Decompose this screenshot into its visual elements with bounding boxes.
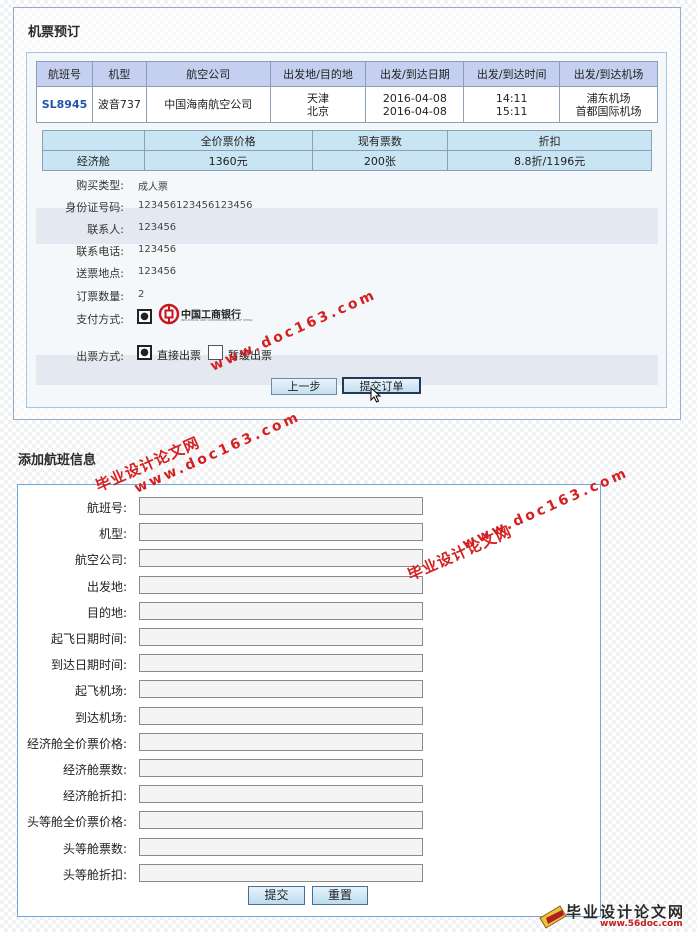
delivery-value: 123456 (138, 266, 177, 277)
reset-button[interactable]: 重置 (312, 886, 368, 905)
field-input[interactable] (139, 654, 423, 672)
field-label: 机型: (98, 527, 127, 541)
col-header: 出发/到达时间 (463, 61, 561, 87)
flight-table: 航班号 机型 航空公司 出发地/目的地 出发/到达日期 出发/到达时间 出发/到… (36, 61, 658, 123)
quantity-label: 订票数量: (76, 290, 124, 303)
payment-icbc-radio[interactable]: ● (137, 309, 152, 324)
add-flight-title: 添加航班信息 (18, 453, 97, 468)
aircraft-model: 波音737 (91, 86, 147, 123)
arrive-airport: 首都国际机场 (575, 104, 642, 118)
arrive-date: 2016-04-08 (382, 104, 447, 118)
field-input[interactable] (139, 759, 423, 777)
flight-number[interactable]: SL8945 (36, 86, 93, 123)
field-label: 经济舱全价票价格: (26, 737, 127, 751)
icbc-emblem-icon (158, 303, 180, 325)
dates: 2016-04-08 2016-04-08 (365, 86, 465, 123)
col-header: 全价票价格 (143, 130, 313, 151)
airports: 浦东机场 首都国际机场 (559, 86, 658, 123)
depart-airport: 浦东机场 (586, 91, 631, 105)
footer-site-url: www.56doc.com (600, 919, 683, 929)
field-input[interactable] (139, 733, 423, 751)
col-header: 航班号 (36, 61, 93, 87)
price-table: 全价票价格 现有票数 折扣 经济舱 1360元 200张 8.8折/1196元 (42, 130, 652, 171)
issue-direct-radio[interactable]: ● (137, 345, 152, 360)
field-input[interactable] (139, 680, 423, 698)
payment-label: 支付方式: (76, 313, 124, 326)
id-number-label: 身份证号码: (65, 201, 124, 214)
field-input[interactable] (139, 602, 423, 620)
origin-destination: 天津 北京 (269, 86, 367, 123)
field-input[interactable] (139, 811, 423, 829)
depart-date: 2016-04-08 (382, 91, 447, 105)
full-price: 1360元 (143, 150, 313, 171)
field-label: 到达日期时间: (50, 658, 127, 672)
depart-time: 14:11 (495, 91, 528, 105)
field-label: 起飞机场: (74, 684, 127, 698)
col-header: 折扣 (447, 130, 652, 151)
table-row: 经济舱 1360元 200张 8.8折/1196元 (42, 150, 652, 171)
cabin-class: 经济舱 (42, 150, 145, 171)
phone-value: 123456 (138, 244, 177, 255)
field-input[interactable] (139, 864, 423, 882)
quantity-value: 2 (138, 289, 145, 300)
purchase-type-label: 购买类型: (76, 179, 124, 192)
prev-step-button[interactable]: 上一步 (271, 378, 337, 395)
tickets-available: 200张 (311, 150, 449, 171)
bank-subtitle: INDUSTRIAL AND COMMERCIAL BANK OF CHINA (181, 318, 253, 322)
times: 14:11 15:11 (463, 86, 561, 123)
destination: 北京 (307, 104, 330, 118)
field-label: 到达机场: (74, 711, 127, 725)
issue-method-label: 出票方式: (76, 350, 124, 363)
field-label: 起飞日期时间: (50, 632, 127, 646)
col-header: 机型 (91, 61, 147, 87)
discount: 8.8折/1196元 (447, 150, 652, 171)
field-input[interactable] (139, 576, 423, 594)
delivery-label: 送票地点: (76, 267, 124, 280)
field-label: 航班号: (86, 501, 127, 515)
field-input[interactable] (139, 707, 423, 725)
contact-value: 123456 (138, 222, 177, 233)
price-table-header: 全价票价格 现有票数 折扣 (42, 130, 652, 151)
col-header: 现有票数 (311, 130, 449, 151)
field-input[interactable] (139, 523, 423, 541)
field-label: 出发地: (86, 580, 127, 594)
field-input[interactable] (139, 785, 423, 803)
icbc-logo: 中国工商银行 INDUSTRIAL AND COMMERCIAL BANK OF… (158, 303, 253, 325)
field-label: 头等舱票数: (62, 842, 127, 856)
field-label: 经济舱票数: (62, 763, 127, 777)
id-number-value: 123456123456123456 (138, 200, 253, 211)
field-label: 头等舱折扣: (62, 868, 127, 882)
col-header: 出发/到达机场 (559, 61, 658, 87)
purchase-type-value: 成人票 (138, 182, 168, 193)
mouse-cursor-icon (370, 387, 382, 403)
origin: 天津 (307, 91, 330, 105)
booking-title: 机票预订 (28, 25, 81, 40)
field-label: 头等舱全价票价格: (26, 815, 127, 829)
field-label: 经济舱折扣: (62, 789, 127, 803)
field-input[interactable] (139, 838, 423, 856)
field-input[interactable] (139, 549, 423, 567)
airline: 中国海南航空公司 (145, 86, 271, 123)
flight-table-header: 航班号 机型 航空公司 出发地/目的地 出发/到达日期 出发/到达时间 出发/到… (36, 61, 658, 87)
field-label: 航空公司: (74, 553, 127, 567)
issue-direct-label: 直接出票 (157, 349, 201, 362)
phone-label: 联系电话: (76, 245, 124, 258)
col-header: 航空公司 (145, 61, 271, 87)
arrive-time: 15:11 (495, 104, 528, 118)
table-row: SL8945 波音737 中国海南航空公司 天津 北京 2016-04-08 2… (36, 86, 658, 123)
contact-label: 联系人: (87, 223, 124, 236)
col-header: 出发地/目的地 (269, 61, 367, 87)
field-input[interactable] (139, 628, 423, 646)
submit-button[interactable]: 提交 (248, 886, 305, 905)
col-header: 出发/到达日期 (365, 61, 465, 87)
field-label: 目的地: (86, 606, 127, 620)
col-header (42, 130, 145, 151)
background-artifact (36, 208, 658, 244)
field-input[interactable] (139, 497, 423, 515)
